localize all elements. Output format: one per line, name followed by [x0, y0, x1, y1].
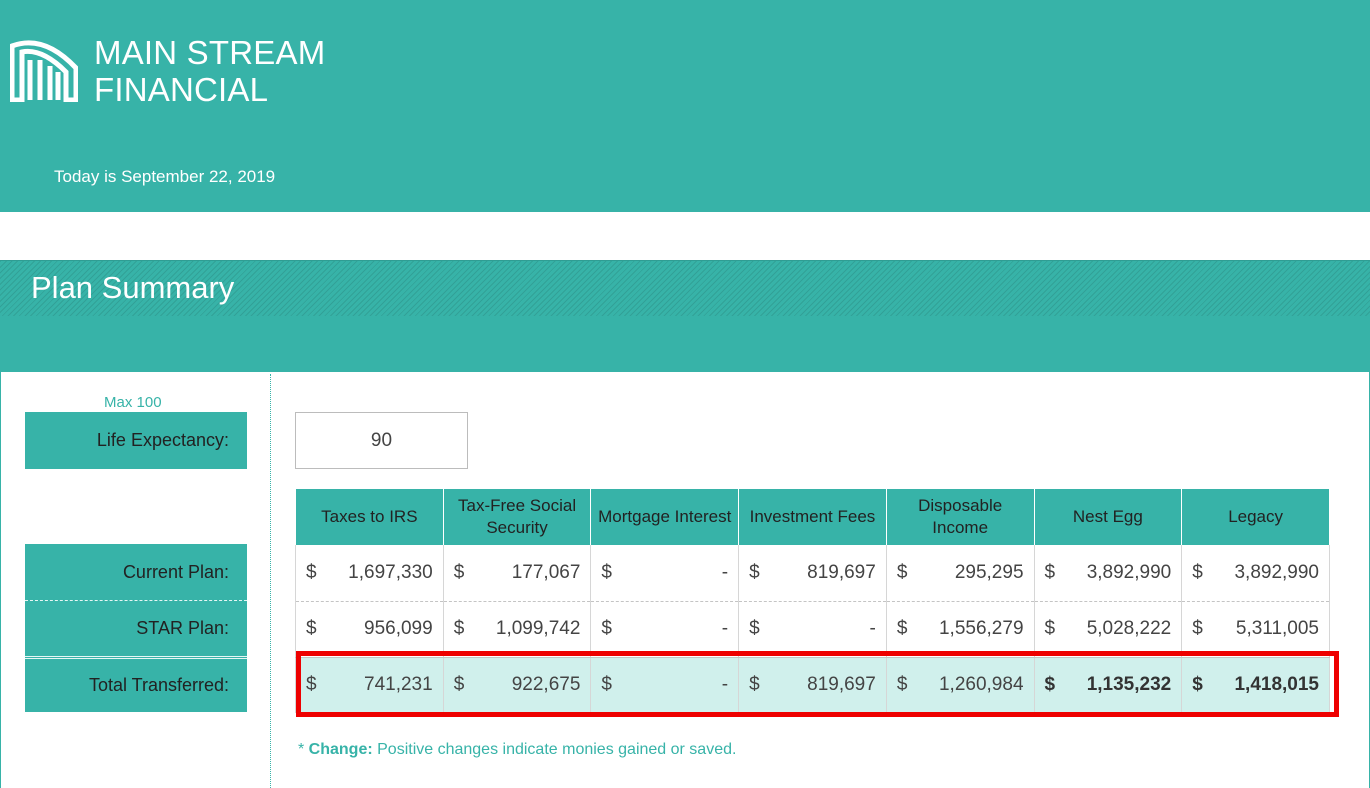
max-hint: Max 100	[104, 394, 162, 411]
today-date: Today is September 22, 2019	[54, 167, 276, 186]
table-cell: $819,697	[738, 545, 887, 602]
cell-value: 956,099	[364, 618, 433, 639]
currency-symbol: $	[601, 618, 612, 639]
header-gap	[0, 212, 1370, 260]
currency-symbol: $	[1192, 561, 1203, 583]
currency-symbol: $	[749, 561, 760, 583]
table-cell: $3,892,990	[1033, 545, 1183, 602]
cell-value: 1,099,742	[495, 618, 581, 639]
table-cell: $ -	[590, 545, 740, 602]
cell-value: 5,311,005	[1235, 618, 1319, 639]
header-investment-fees: Investment Fees	[738, 489, 887, 545]
cell-value: 1,697,330	[348, 561, 433, 583]
header-mortgage-interest: Mortgage Interest	[590, 489, 740, 545]
table-cell: $956,099	[295, 601, 444, 658]
table-row-current-plan: $1,697,330 $177,067 $ - $819,697 $295,295…	[295, 545, 1330, 602]
currency-symbol: $	[1044, 618, 1056, 639]
table-cell: $177,067	[442, 545, 592, 602]
currency-symbol: $	[453, 618, 465, 639]
logo-icon	[10, 40, 78, 102]
currency-symbol: $	[896, 618, 908, 639]
currency-symbol: $	[306, 561, 317, 583]
total-transferred-label: Total Transferred:	[25, 656, 247, 712]
table-cell: $ -	[590, 601, 740, 658]
note-prefix: *	[298, 741, 309, 758]
header-disposable-income: Disposable Income	[885, 489, 1035, 545]
table-cell: $1,556,279	[885, 601, 1035, 658]
currency-symbol: $	[896, 561, 908, 583]
currency-symbol: $	[749, 618, 760, 639]
row-labels: Current Plan: STAR Plan: Total Transferr…	[25, 544, 247, 712]
table-cell: $295,295	[885, 545, 1035, 602]
life-expectancy-input[interactable]: 90	[295, 412, 468, 469]
currency-symbol: $	[453, 561, 465, 583]
header-nest-egg: Nest Egg	[1033, 489, 1183, 545]
currency-symbol: $	[306, 618, 317, 639]
currency-symbol: $	[1192, 618, 1203, 639]
note-bold-label: Change:	[308, 741, 373, 758]
cell-value: 3,892,990	[1234, 561, 1319, 583]
plan-summary-title: Plan Summary	[31, 270, 235, 305]
section-band	[0, 316, 1370, 372]
table-cell: $1,697,330	[295, 545, 444, 602]
note-text: Positive changes indicate monies gained …	[372, 741, 737, 758]
cell-value: -	[869, 618, 876, 639]
table-header-row: Taxes to IRS Tax-Free Social Security Mo…	[295, 489, 1330, 545]
currency-symbol: $	[1044, 561, 1056, 583]
cell-value: -	[721, 561, 729, 583]
table-cell: $ -	[738, 601, 887, 658]
table-row-star-plan: $956,099 $1,099,742 $ - $ - $1,556,279 $5,…	[295, 601, 1330, 658]
currency-symbol: $	[601, 561, 612, 583]
life-expectancy-label: Life Expectancy:	[25, 412, 247, 469]
table-cell: $1,099,742	[442, 601, 592, 658]
brand-line-2: FINANCIAL	[94, 71, 269, 108]
header-taxes-to-irs: Taxes to IRS	[295, 489, 444, 545]
table-cell: $5,028,222	[1033, 601, 1183, 658]
cell-value: 1,556,279	[938, 618, 1024, 639]
table-cell: $5,311,005	[1181, 601, 1330, 658]
cell-value: 819,697	[807, 561, 876, 583]
header-tax-free-social-security: Tax-Free Social Security	[442, 489, 592, 545]
vertical-divider	[270, 374, 271, 788]
brand-name: MAIN STREAM FINANCIAL	[94, 34, 325, 108]
current-plan-label: Current Plan:	[122, 561, 229, 582]
cell-value: 177,067	[511, 561, 581, 583]
cell-value: -	[721, 618, 729, 639]
cell-value: 3,892,990	[1086, 561, 1172, 583]
total-row-highlight-box	[296, 651, 1339, 717]
brand-line-1: MAIN STREAM	[94, 34, 326, 71]
star-plan-label: STAR Plan:	[25, 600, 247, 656]
header-legacy: Legacy	[1181, 489, 1330, 545]
table-cell: $3,892,990	[1181, 545, 1330, 602]
change-note: * Change: Positive changes indicate moni…	[298, 741, 736, 759]
cell-value: 295,295	[954, 561, 1024, 583]
cell-value: 5,028,222	[1086, 618, 1172, 639]
